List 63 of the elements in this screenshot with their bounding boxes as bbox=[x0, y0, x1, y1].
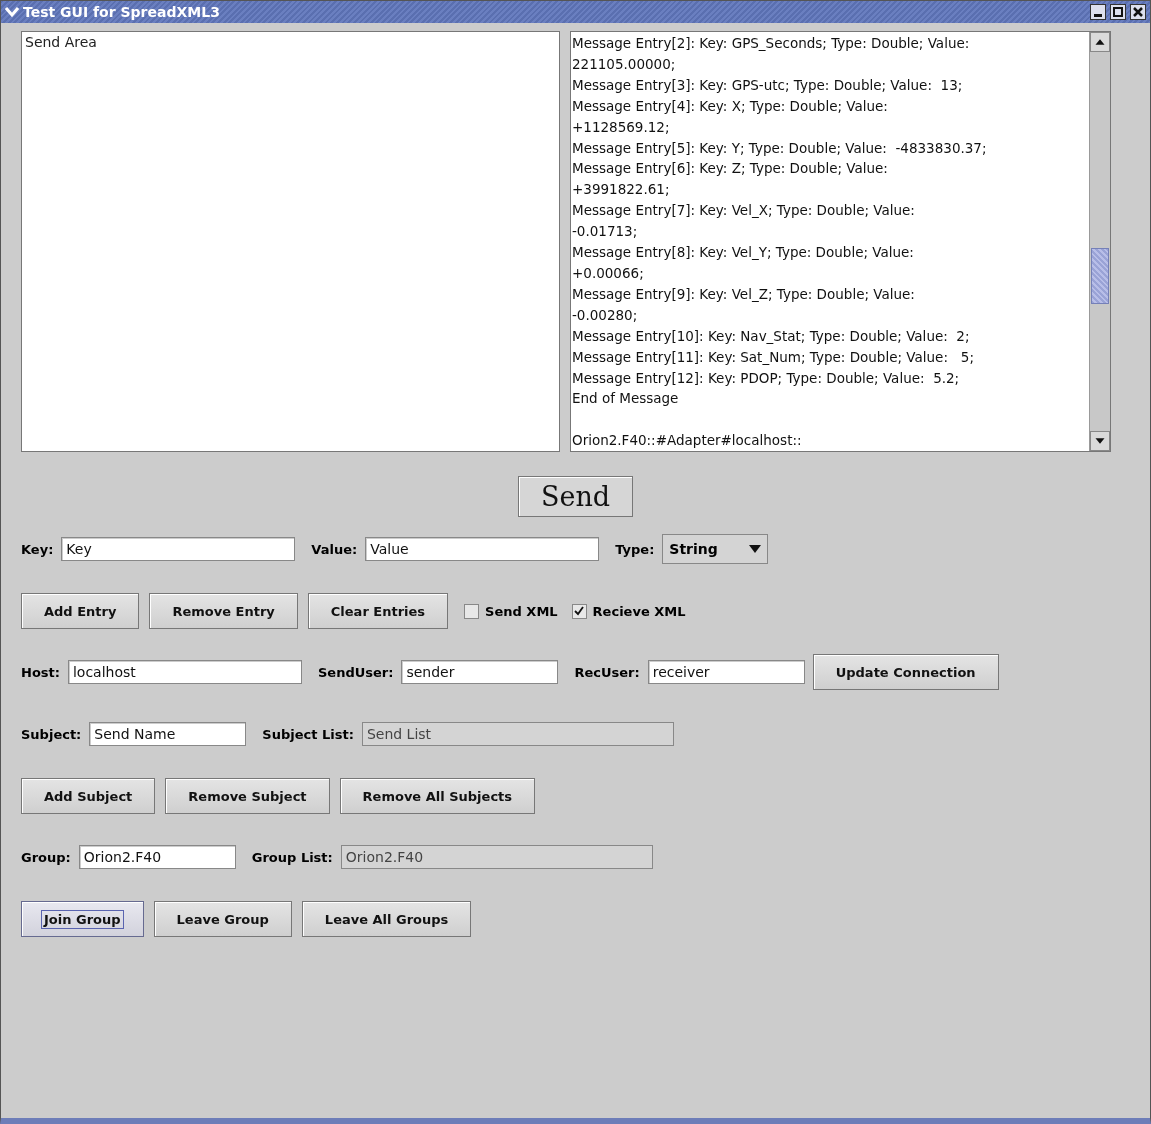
field-label: Subject List: bbox=[262, 726, 354, 742]
send-button[interactable]: Send bbox=[517, 476, 634, 517]
field-label: Subject: bbox=[21, 726, 82, 742]
log-line: Message Entry[5]: Key: Y; Type: Double; Value: -4833830.37; bbox=[572, 138, 988, 158]
action-button[interactable]: Remove Entry bbox=[149, 593, 298, 629]
field-label: Group: bbox=[21, 849, 71, 865]
log-line: Message Entry[6]: Key: Z; Type: Double; Value: bbox=[572, 159, 889, 179]
scroll-up-icon[interactable] bbox=[1090, 32, 1110, 52]
log-line: Message Entry[12]: Key: PDOP; Type: Double; Value: 5.2; bbox=[572, 368, 961, 388]
close-icon[interactable] bbox=[1130, 4, 1146, 20]
log-line: 221105.00000; bbox=[572, 54, 677, 74]
scroll-thumb[interactable] bbox=[1091, 248, 1109, 304]
action-button[interactable]: Add Subject bbox=[21, 778, 156, 814]
field-label: Host: bbox=[21, 664, 60, 680]
log-line: Orion2.F40::#Adapter#localhost:: bbox=[572, 431, 803, 451]
log-line: +0.00066; bbox=[572, 263, 645, 283]
menu-chevron-icon[interactable] bbox=[5, 6, 19, 18]
log-line: +3991822.61; bbox=[572, 180, 671, 200]
checkbox-box[interactable] bbox=[571, 603, 587, 619]
log-line: Message Entry[9]: Key: Vel_Z; Type: Double; Value: bbox=[572, 284, 916, 304]
action-button[interactable]: Add Entry bbox=[21, 593, 140, 629]
field-label: Key: bbox=[21, 541, 54, 557]
action-button[interactable]: Remove Subject bbox=[165, 778, 330, 814]
text-field[interactable]: Value bbox=[365, 537, 600, 561]
text-field[interactable]: sender bbox=[401, 660, 559, 684]
log-line: Message Entry[4]: Key: X; Type: Double; Value: bbox=[572, 96, 889, 116]
action-button[interactable]: Clear Entries bbox=[307, 593, 449, 629]
text-field[interactable]: Orion2.F40 bbox=[78, 845, 236, 869]
action-button[interactable]: Remove All Subjects bbox=[339, 778, 536, 814]
text-field[interactable]: Send Name bbox=[89, 722, 247, 746]
minimize-icon[interactable] bbox=[1090, 4, 1106, 20]
log-line: +1128569.12; bbox=[572, 117, 671, 137]
text-field[interactable]: receiver bbox=[647, 660, 805, 684]
log-line: -0.00280; bbox=[572, 305, 639, 325]
log-line: End of Message bbox=[572, 389, 680, 409]
send-area-field[interactable]: Send Area bbox=[21, 31, 560, 452]
action-button[interactable]: Update Connection bbox=[812, 654, 999, 690]
field-label: SendUser: bbox=[317, 664, 394, 680]
action-button[interactable]: Join Group bbox=[21, 901, 144, 937]
log-line: Message Entry[11]: Key: Sat_Num; Type: Double; Value: 5; bbox=[572, 347, 975, 367]
log-line: -0.01713; bbox=[572, 222, 639, 242]
log-line: Message Entry[3]: Key: GPS-utc; Type: Double; Value: 13; bbox=[572, 75, 964, 95]
window-title: Test GUI for SpreadXML3 bbox=[23, 4, 221, 20]
type-dropdown[interactable]: String bbox=[662, 534, 769, 564]
log-line: Message Entry[8]: Key: Vel_Y; Type: Double; Value: bbox=[572, 243, 915, 263]
caret-icon bbox=[749, 545, 762, 553]
field-label: RecUser: bbox=[574, 664, 640, 680]
field-label: Value: bbox=[311, 541, 358, 557]
log-line: Message Entry[7]: Key: Vel_X; Type: Double; Value: bbox=[572, 201, 916, 221]
scrollbar[interactable] bbox=[1089, 32, 1110, 451]
action-button[interactable]: Leave All Groups bbox=[301, 901, 472, 937]
field-label: Group List: bbox=[251, 849, 333, 865]
maximize-icon[interactable] bbox=[1110, 4, 1126, 20]
text-field[interactable]: localhost bbox=[67, 660, 302, 684]
log-line: Message Entry[2]: Key: GPS_Seconds; Type: Double; Value: bbox=[572, 34, 971, 53]
checkbox-box[interactable] bbox=[464, 603, 480, 619]
log-line: Message Entry[10]: Key: Nav_Stat; Type: Double; Value: 2; bbox=[572, 326, 971, 346]
text-field[interactable]: Key bbox=[61, 537, 296, 561]
checkbox[interactable]: Send XML bbox=[464, 603, 558, 619]
checkbox[interactable]: Recieve XML bbox=[571, 603, 686, 619]
scroll-down-icon[interactable] bbox=[1090, 431, 1110, 451]
field-label: Type: bbox=[615, 541, 655, 557]
action-button[interactable]: Leave Group bbox=[153, 901, 292, 937]
